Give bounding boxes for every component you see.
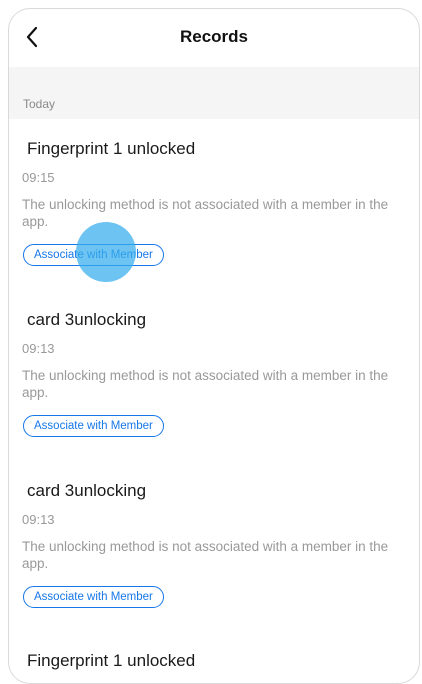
record-time: 09:13 [22, 512, 55, 527]
record-note: The unlocking method is not associated w… [22, 539, 389, 571]
records-screen: Records Today Fingerprint 1 unlocked 09:… [8, 8, 420, 684]
record-title: Fingerprint 1 unlocked [27, 139, 196, 158]
associate-member-button[interactable]: Associate with Member [23, 244, 164, 266]
navigation-bar: Records [9, 9, 419, 67]
record-title: card 3unlocking [27, 481, 147, 500]
record-title: Fingerprint 1 unlocked [27, 651, 196, 670]
record-note: The unlocking method is not associated w… [22, 197, 389, 229]
page-title: Records [179, 27, 249, 46]
record-time: 09:15 [22, 170, 55, 185]
record-title: card 3unlocking [27, 310, 147, 329]
record-time: 09:13 [22, 341, 55, 356]
section-header: Today [9, 67, 419, 119]
associate-member-button[interactable]: Associate with Member [23, 415, 164, 437]
section-date-label: Today [23, 97, 56, 111]
record-note: The unlocking method is not associated w… [22, 368, 389, 400]
associate-member-button[interactable]: Associate with Member [23, 586, 164, 608]
